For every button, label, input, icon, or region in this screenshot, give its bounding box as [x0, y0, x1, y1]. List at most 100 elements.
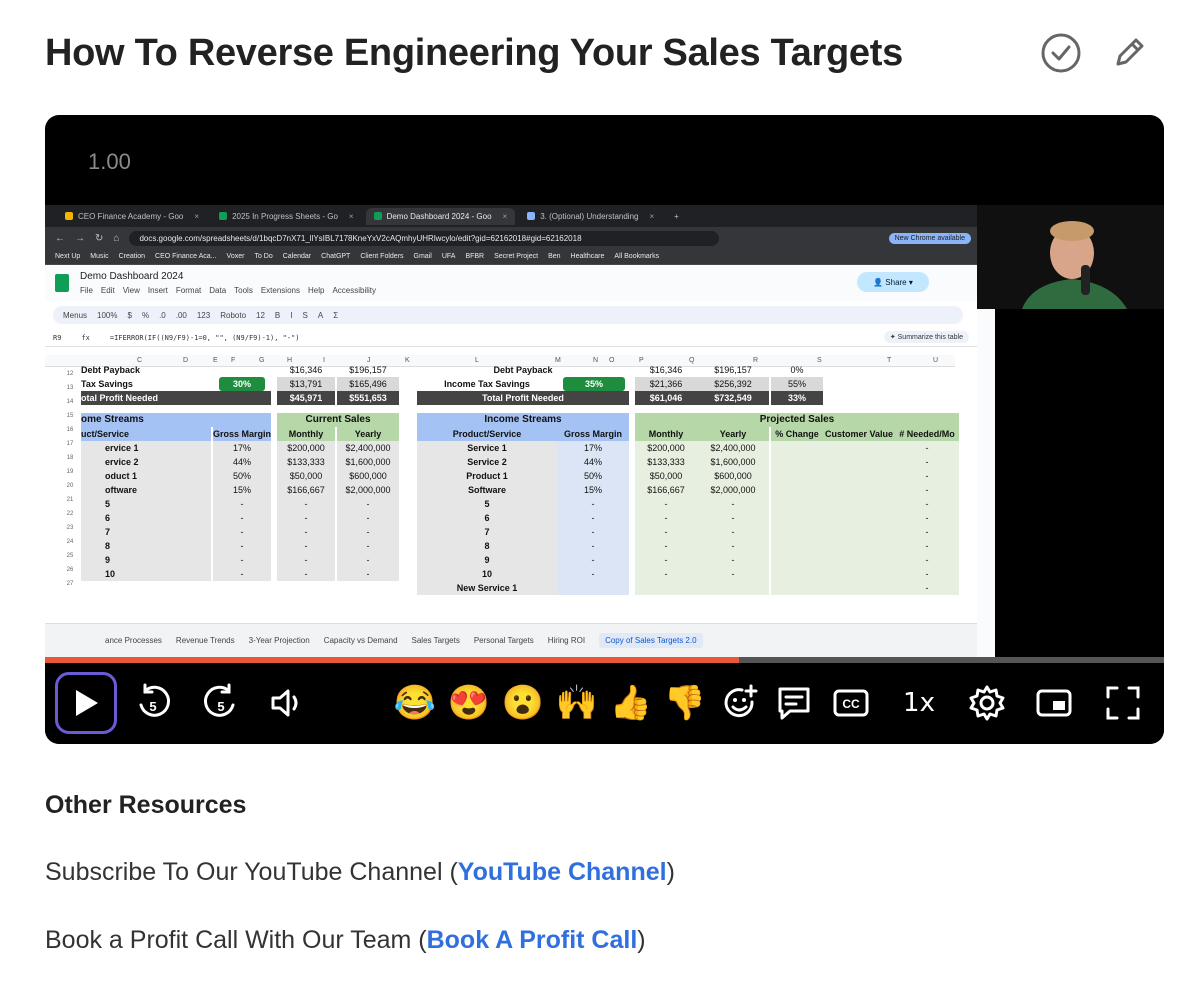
forward-icon[interactable]: → — [75, 233, 85, 244]
income-stream-row: Service 2 44% $133,333 $1,600,000 - — [417, 455, 962, 469]
sheets-menu-item[interactable]: Data — [209, 286, 226, 295]
sheets-menu-item[interactable]: View — [123, 286, 140, 295]
sheet-tab[interactable]: Revenue Trends — [176, 636, 235, 645]
stream-yearly: $2,400,000 — [337, 441, 399, 455]
bookmark-item[interactable]: Client Folders — [360, 253, 403, 260]
summarize-table-button[interactable]: ✦ Summarize this table — [883, 331, 969, 343]
url-field[interactable]: docs.google.com/spreadsheets/d/1bqcD7nX7… — [129, 230, 720, 246]
sheets-menu-item[interactable]: Tools — [234, 286, 253, 295]
toolbar-item[interactable]: Roboto — [220, 311, 246, 320]
sheets-menu-item[interactable]: File — [80, 286, 93, 295]
bookmark-item[interactable]: Next Up — [55, 253, 80, 260]
stream-margin: 44% — [213, 455, 271, 469]
comments-button[interactable] — [766, 673, 822, 733]
stream-name: Software — [417, 483, 557, 497]
sheets-menu-item[interactable]: Accessibility — [332, 286, 376, 295]
browser-tab[interactable]: 2025 In Progress Sheets - Go × — [211, 208, 362, 225]
forward-5-button[interactable]: 5 — [193, 673, 249, 733]
reaction-raised-hands-button[interactable]: 🙌 — [549, 673, 605, 733]
toolbar-item[interactable]: % — [142, 311, 149, 320]
toolbar-item[interactable]: .00 — [176, 311, 187, 320]
bookmark-item[interactable]: BFBR — [465, 253, 484, 260]
sheet-tab[interactable]: Sales Targets — [412, 636, 460, 645]
mark-complete-button[interactable] — [1038, 30, 1084, 76]
document-title[interactable]: Demo Dashboard 2024 — [80, 271, 183, 282]
sheet-tab[interactable]: 3-Year Projection — [249, 636, 310, 645]
video-player[interactable]: 1.00 CEO Finance Academy - Goo × 2025 In … — [45, 115, 1164, 744]
stream-change — [771, 483, 823, 497]
toolbar-item[interactable]: $ — [127, 311, 131, 320]
browser-tab-active[interactable]: Demo Dashboard 2024 - Goo × — [365, 207, 516, 225]
toolbar-item[interactable]: 123 — [197, 311, 210, 320]
chrome-update-badge[interactable]: New Chrome available — [888, 232, 971, 244]
bookmark-item[interactable]: UFA — [442, 253, 456, 260]
bookmark-item[interactable]: Creation — [119, 253, 145, 260]
sheets-menu-item[interactable]: Insert — [148, 286, 168, 295]
bookmark-item[interactable]: ChatGPT — [321, 253, 350, 260]
cell-reference[interactable]: R9 — [53, 334, 61, 342]
share-button[interactable]: 👤 Share ▾ — [857, 272, 929, 292]
stream-customer-value — [823, 525, 895, 539]
captions-button[interactable]: CC — [823, 673, 879, 733]
spreadsheet-grid[interactable]: CDEFGHIJKLMNOPQRSTU 12 13 14 15 16 17 18 19 20 21… — [45, 355, 977, 623]
bookmark-item[interactable]: Voxer — [227, 253, 245, 260]
toolbar-item[interactable]: A — [318, 311, 323, 320]
formula-text[interactable]: =IFERROR(IF((N9/F9)-1=0, "", (N9/F9)-1),… — [110, 334, 300, 342]
play-button[interactable] — [55, 672, 117, 734]
rewind-5-button[interactable]: 5 — [125, 673, 181, 733]
youtube-channel-link[interactable]: YouTube Channel — [458, 858, 667, 886]
toolbar-item[interactable]: Σ — [333, 311, 338, 320]
bookmark-item[interactable]: All Bookmarks — [614, 253, 659, 260]
settings-button[interactable] — [959, 673, 1015, 733]
reaction-thumbs-up-button[interactable]: 👍 — [603, 673, 659, 733]
back-icon[interactable]: ← — [55, 233, 65, 244]
stream-name: 10 — [81, 567, 211, 581]
bookmark-item[interactable]: Gmail — [414, 253, 432, 260]
new-tab-button[interactable]: + — [666, 208, 687, 225]
bookmark-item[interactable]: CEO Finance Aca... — [155, 253, 216, 260]
income-stream-row: Software 15% $166,667 $2,000,000 - — [417, 483, 962, 497]
toolbar-item[interactable]: I — [290, 311, 292, 320]
reaction-thumbs-down-button[interactable]: 👎 — [657, 673, 713, 733]
stream-yearly: - — [697, 567, 769, 581]
edit-button[interactable] — [1106, 30, 1152, 76]
add-reaction-button[interactable] — [712, 673, 768, 733]
toolbar-item[interactable]: B — [275, 311, 280, 320]
reaction-laugh-button[interactable]: 😂 — [387, 673, 443, 733]
toolbar-item[interactable]: 100% — [97, 311, 117, 320]
bookmark-item[interactable]: Calendar — [283, 253, 311, 260]
volume-button[interactable] — [259, 673, 315, 733]
browser-tab[interactable]: CEO Finance Academy - Goo × — [57, 208, 207, 225]
reaction-surprised-button[interactable]: 😮 — [495, 673, 551, 733]
fullscreen-button[interactable] — [1095, 673, 1151, 733]
toolbar-item[interactable]: 12 — [256, 311, 265, 320]
sheets-menu-item[interactable]: Edit — [101, 286, 115, 295]
playback-speed-button[interactable]: 1x — [891, 673, 947, 733]
mini-player-button[interactable] — [1026, 673, 1082, 733]
bookmark-item[interactable]: Music — [90, 253, 108, 260]
sheets-menu-item[interactable]: Help — [308, 286, 324, 295]
sheet-tab[interactable]: Personal Targets — [474, 636, 534, 645]
closed-captions-icon: CC — [833, 689, 869, 717]
sheet-tab-active[interactable]: Copy of Sales Targets 2.0 — [599, 633, 703, 648]
sheet-tab[interactable]: ance Processes — [105, 636, 162, 645]
bookmark-item[interactable]: Ben — [548, 253, 560, 260]
toolbar-item[interactable]: S — [303, 311, 308, 320]
bookmark-item[interactable]: To Do — [254, 253, 272, 260]
sheets-menu-item[interactable]: Format — [176, 286, 201, 295]
reaction-heart-eyes-button[interactable]: 😍 — [441, 673, 497, 733]
stream-monthly: - — [277, 511, 335, 525]
stream-customer-value — [823, 581, 895, 595]
toolbar-item[interactable]: Menus — [63, 311, 87, 320]
row-number: 22 — [66, 511, 74, 517]
sheets-menu-item[interactable]: Extensions — [261, 286, 300, 295]
bookmark-item[interactable]: Secret Project — [494, 253, 538, 260]
home-icon[interactable]: ⌂ — [113, 233, 119, 244]
sheet-tab[interactable]: Hiring ROI — [548, 636, 585, 645]
book-profit-call-link[interactable]: Book A Profit Call — [427, 926, 638, 954]
bookmark-item[interactable]: Healthcare — [571, 253, 605, 260]
sheet-tab[interactable]: Capacity vs Demand — [324, 636, 398, 645]
reload-icon[interactable]: ↻ — [95, 233, 103, 244]
browser-tab[interactable]: 3. (Optional) Understanding × — [519, 208, 662, 225]
toolbar-item[interactable]: .0 — [159, 311, 166, 320]
